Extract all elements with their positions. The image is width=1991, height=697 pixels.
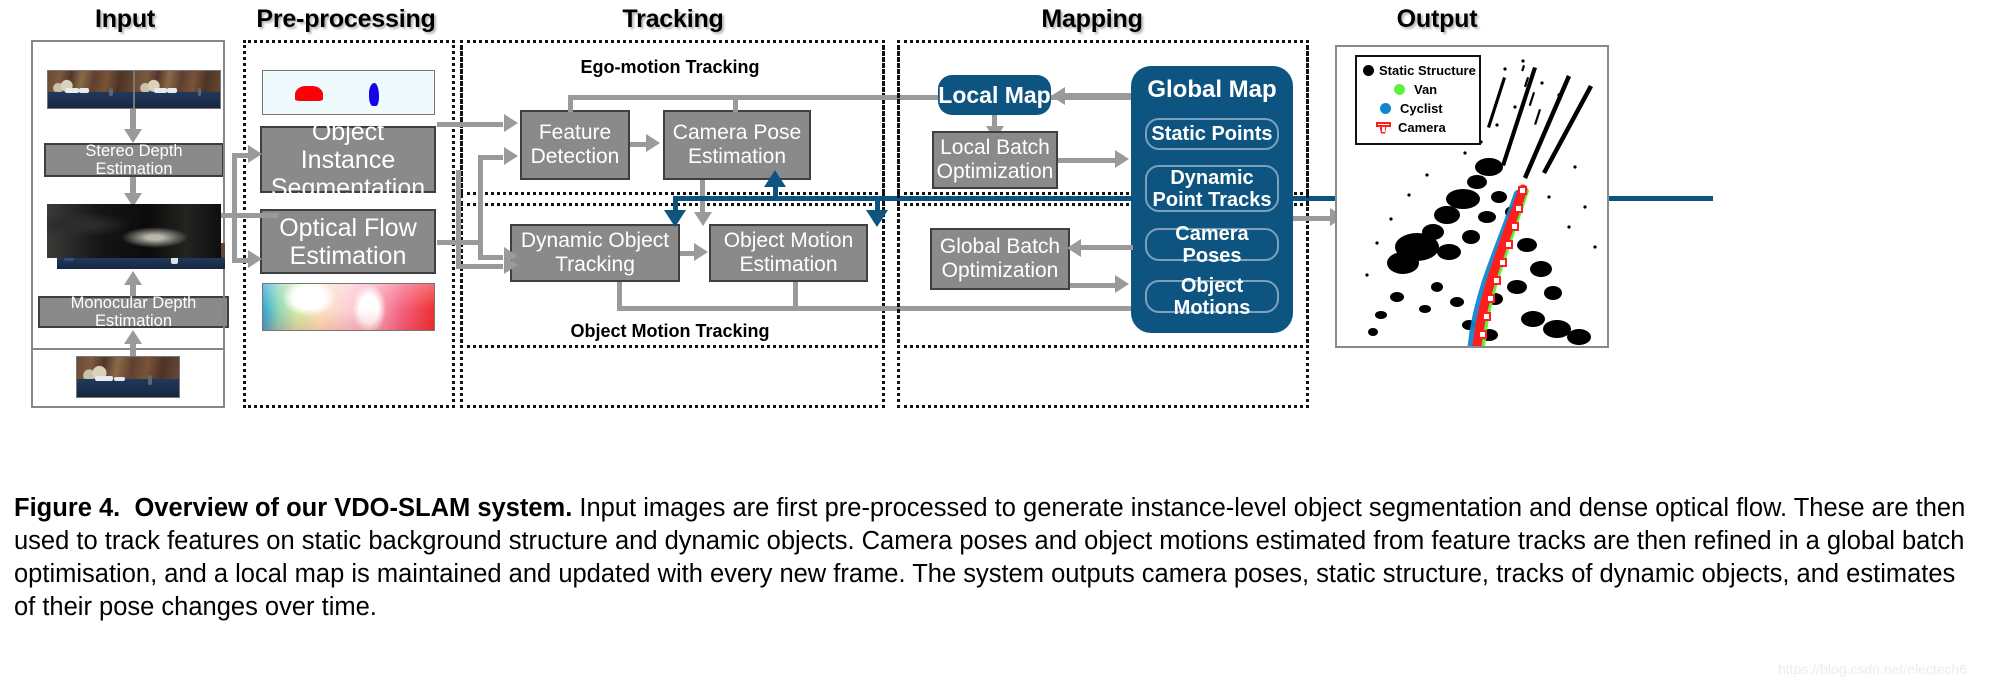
arrow-line-seg-to-featuredetection (437, 122, 503, 127)
arrow-head-flow-to-featuredetection (504, 147, 518, 165)
column-header-mapping: Mapping (1041, 5, 1143, 33)
column-header-tracking: Tracking (622, 5, 724, 33)
arrow-line-objectmotion-down (793, 282, 798, 310)
column-header-preprocessing: Pre-processing (256, 5, 436, 33)
figure-root: Input Pre-processing Tracking Mapping Ou… (0, 0, 1991, 697)
mapping-global-item-object-motions[interactable]: Object Motions (1145, 275, 1279, 319)
mapping-global-item-dynamic-point-tracks-label: Dynamic Point Tracks (1152, 166, 1272, 211)
arrow-head-globalmap-to-globalbatch (1067, 239, 1081, 257)
arrow-head-blue-to-dynamictracking (664, 210, 686, 227)
mapping-local-map-label: Local Map (938, 81, 1051, 108)
column-header-input: Input (94, 5, 156, 33)
tracking-sublabel-object-motion: Object Motion Tracking (570, 321, 770, 341)
arrow-head-dynamictracking-to-objectmotion (694, 243, 708, 261)
arrow-line-globalmap-to-localmap (1056, 93, 1131, 98)
input-thumbnail-depth-map (47, 204, 221, 258)
arrow-head-to-segmentation (248, 145, 262, 163)
mapping-global-item-camera-poses[interactable]: Camera Poses (1145, 223, 1279, 267)
mapping-global-map-title: Global Map (1147, 76, 1277, 103)
arrow-line-camerapose-up (733, 95, 738, 112)
mapping-global-item-camera-poses-label: Camera Poses (1175, 222, 1249, 267)
arrow-line-localbatch-to-globalmap (1058, 158, 1117, 163)
mapping-local-map[interactable]: Local Map (938, 75, 1051, 115)
arrow-head-globalbatch-to-globalmap (1115, 275, 1129, 293)
preprocessing-box-optical-flow-estimation[interactable]: Optical Flow Estimation (260, 209, 436, 274)
arrow-line-seg-riser-lower (456, 170, 461, 268)
legend-label-cyclist: Cyclist (1400, 101, 1443, 116)
arrow-head-blue-to-objectmotion (866, 210, 888, 227)
mapping-box-global-batch-optimization[interactable]: Global Batch Optimization (930, 228, 1070, 290)
preprocessing-thumbnail-segmentation (262, 70, 435, 115)
caption-bold-title: Overview of our VDO-SLAM system. (134, 494, 573, 522)
tracking-box-feature-detection[interactable]: Feature Detection (520, 110, 630, 180)
mapping-box-global-batch-optimization-label: Global Batch Optimization (939, 235, 1061, 282)
figure-caption: Figure 4. Overview of our VDO-SLAM syste… (14, 492, 1974, 625)
arrow-line-globalbatch-to-globalmap (1070, 283, 1118, 288)
preprocessing-box-object-instance-segmentation[interactable]: Object Instance Segmentation (260, 118, 436, 202)
arrow-head-localbatch-to-globalmap (1115, 150, 1129, 168)
arrow-head-seg-to-featuredetection (504, 114, 518, 132)
tracking-box-dynamic-object-tracking[interactable]: Dynamic Object Tracking (510, 224, 680, 282)
tracking-box-object-motion-estimation-label: Object Motion Estimation (723, 229, 854, 276)
legend-label-camera: Camera (1398, 120, 1446, 135)
preprocessing-box-optical-flow-estimation-label: Optical Flow Estimation (279, 213, 417, 270)
mapping-global-item-static-points-label: Static Points (1151, 123, 1273, 145)
arrow-line-preprocessing-riser (232, 153, 237, 263)
mapping-global-item-dynamic-point-tracks[interactable]: Dynamic Point Tracks (1145, 165, 1279, 212)
legend-item-static-structure: Static Structure (1363, 61, 1476, 80)
tracking-box-camera-pose-estimation[interactable]: Camera Pose Estimation (663, 110, 811, 180)
legend-item-cyclist: Cyclist (1363, 99, 1473, 118)
legend-item-van: Van (1363, 80, 1473, 99)
tracking-sublabel-ego-motion: Ego-motion Tracking (580, 57, 760, 77)
arrow-head-featuredetection-to-camerapose (646, 134, 660, 152)
arrow-head-seg-to-dynamictracking (504, 256, 518, 274)
arrow-line-seg-to-dynamictracking (456, 264, 503, 269)
legend-item-camera: Camera (1363, 118, 1473, 137)
preprocessing-box-object-instance-segmentation-label: Object Instance Segmentation (270, 117, 426, 202)
legend-dot-static-structure-icon (1363, 65, 1374, 76)
arrow-line-flow-riser (478, 155, 483, 260)
arrow-head-to-opticalflow (248, 250, 262, 268)
arrow-line-input-to-preprocessing-horizontal (221, 213, 278, 218)
tracking-box-feature-detection-label: Feature Detection (530, 121, 620, 168)
mapping-global-item-object-motions-label: Object Motions (1173, 274, 1251, 319)
column-header-output: Output (1396, 5, 1478, 33)
arrow-head-globalmap-to-localmap (1051, 87, 1065, 105)
arrow-head-camerapose-down (694, 212, 712, 226)
legend-dot-cyclist-icon (1375, 103, 1395, 114)
watermark: https://blog.csdn.net/electech6 (1778, 661, 1968, 677)
mapping-panel-bottom-edge (897, 405, 1309, 408)
legend-label-van: Van (1414, 82, 1438, 97)
arrow-head-blue-to-camerapose (764, 170, 786, 187)
arrow-line-globalmap-to-globalbatch (1075, 245, 1133, 250)
legend-label-static-structure: Static Structure (1379, 63, 1476, 78)
mapping-box-local-batch-optimization-label: Local Batch Optimization (936, 136, 1054, 183)
arrow-line-flow-to-dynamictracking (478, 255, 503, 260)
mapping-global-item-static-points[interactable]: Static Points (1145, 118, 1279, 150)
mapping-panel-right-edge (1306, 40, 1309, 408)
mapping-box-local-batch-optimization[interactable]: Local Batch Optimization (932, 131, 1058, 189)
preprocessing-thumbnail-optical-flow (262, 283, 435, 331)
legend-dot-van-icon (1389, 84, 1409, 95)
tracking-box-camera-pose-estimation-label: Camera Pose Estimation (672, 121, 802, 168)
legend-camera-icon (1373, 121, 1393, 134)
output-legend: Static Structure Van Cyclist Camera (1355, 55, 1481, 145)
mapping-panel-left-edge (897, 40, 900, 408)
tracking-panel-bottom-edge (460, 405, 885, 408)
caption-figure-number: Figure 4. (14, 494, 121, 522)
tracking-box-dynamic-object-tracking-label: Dynamic Object Tracking (520, 229, 670, 276)
tracking-box-object-motion-estimation[interactable]: Object Motion Estimation (709, 224, 868, 282)
